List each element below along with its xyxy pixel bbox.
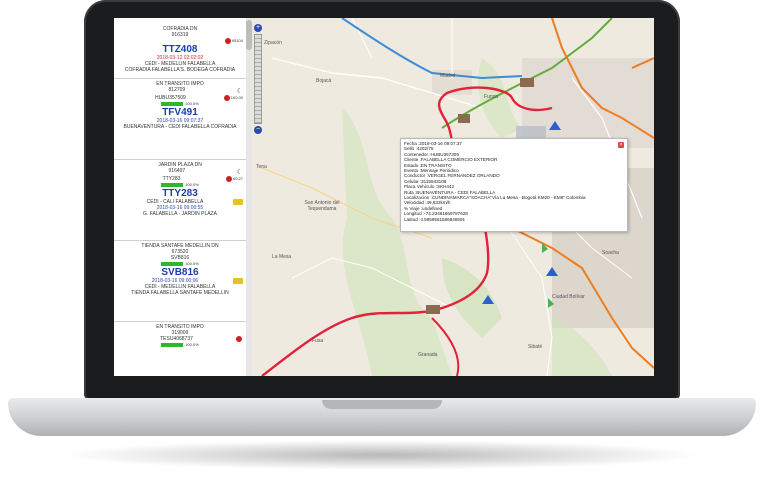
vehicle-card[interactable]: EN TRANSITO IMPO 319009 TESU4068737 100.… <box>114 322 246 376</box>
zoom-in-button[interactable]: + <box>254 24 262 32</box>
card-destination: TIENDA FALABELLA SANTAFE MEDELLIN <box>131 290 229 296</box>
laptop-frame: COFRADIA DN 916319 95104 TTZ408 2018-03-… <box>0 0 764 490</box>
truck-marker[interactable] <box>426 305 440 314</box>
map-label: Zipacón <box>264 40 282 46</box>
alert-icon <box>236 336 242 342</box>
laptop-shadow <box>60 440 704 470</box>
progress-value: 100.0% <box>185 101 199 106</box>
truck-icon <box>233 199 243 205</box>
progress-value: 100.0% <box>185 342 199 347</box>
map-label: San Antonio del Tequendama <box>304 200 340 212</box>
vehicle-card[interactable]: COFRADIA DN 916319 95104 TTZ408 2018-03-… <box>114 18 246 79</box>
vehicle-list[interactable]: COFRADIA DN 916319 95104 TTZ408 2018-03-… <box>114 18 247 376</box>
map-label: Sibaté <box>528 344 543 350</box>
map-canvas[interactable]: Zipacón Bojacá Madrid Funza Tena San Ant… <box>252 18 654 376</box>
map-label: Funza <box>484 94 498 100</box>
map-label: Soacha <box>602 250 619 256</box>
card-destination: COFRADIA FALABELLA'S. BODEGA COFRADIA <box>124 67 236 73</box>
progress-bar <box>161 342 184 347</box>
vehicle-plate[interactable]: TFV491 <box>117 107 243 118</box>
truck-icon <box>233 278 243 284</box>
alert-icon <box>223 95 230 101</box>
laptop-notch <box>322 400 442 409</box>
progress-bar <box>161 101 184 106</box>
progress-value: 100.0% <box>185 261 199 266</box>
progress-value: 100.0% <box>185 182 199 187</box>
progress-bar <box>161 261 184 266</box>
vehicle-plate[interactable]: TTY283 <box>117 188 243 199</box>
zoom-out-button[interactable]: − <box>254 126 262 134</box>
vehicle-plate[interactable]: TTZ408 <box>117 44 243 55</box>
popup-details: Fecha :2018-03-16 09:07:37 Sello :4202/7… <box>401 139 627 222</box>
card-destination: BUENAVENTURA - CEDI FALABELLA COFRADIA <box>123 124 237 130</box>
zoom-slider[interactable] <box>254 34 262 124</box>
map-label: Bojacá <box>316 78 332 84</box>
close-icon[interactable]: × <box>618 142 624 148</box>
truck-marker[interactable] <box>520 78 534 87</box>
vehicle-card[interactable]: EN TRANSITO IMPO 812709 ☾ HUBU357509 100… <box>114 79 246 160</box>
map-label: La Mesa <box>272 254 292 260</box>
map-label: Fusa <box>312 338 324 344</box>
truck-marker[interactable] <box>458 114 470 123</box>
alert-icon <box>224 38 231 44</box>
vehicle-plate[interactable]: SVB816 <box>117 267 243 278</box>
map-label: Tena <box>256 164 267 170</box>
map-label: Madrid <box>440 73 456 79</box>
zoom-control[interactable]: + − <box>254 24 262 134</box>
card-mini: 100.00 <box>230 95 243 101</box>
card-mini: 00:27 <box>232 176 243 182</box>
vehicle-card[interactable]: JARDIN PLAZA DN 916497 ☾ TTY283 00:27 10… <box>114 160 246 241</box>
card-id: 812709 <box>168 87 186 93</box>
vehicle-info-popup: × Fecha :2018-03-16 09:07:37 Sello :4202… <box>400 138 628 232</box>
screen: COFRADIA DN 916319 95104 TTZ408 2018-03-… <box>114 18 654 376</box>
night-icon: ☾ <box>236 169 243 176</box>
card-id: 916497 <box>168 168 186 174</box>
popup-line: Latitud :4.5958561586848591 <box>404 216 466 222</box>
map-label: Granada <box>418 352 438 358</box>
night-icon: ☾ <box>236 88 243 95</box>
card-mini: 95104 <box>231 38 243 44</box>
vehicle-card[interactable]: TIENDA SANTAFE MEDELLIN DN 673520 SVB816… <box>114 241 246 322</box>
alert-icon <box>225 176 232 182</box>
progress-bar <box>161 182 184 187</box>
map-label: Ciudad Bolívar <box>552 294 585 300</box>
card-destination: G. FALABELLA - JARDIN PLAZA <box>143 211 217 217</box>
